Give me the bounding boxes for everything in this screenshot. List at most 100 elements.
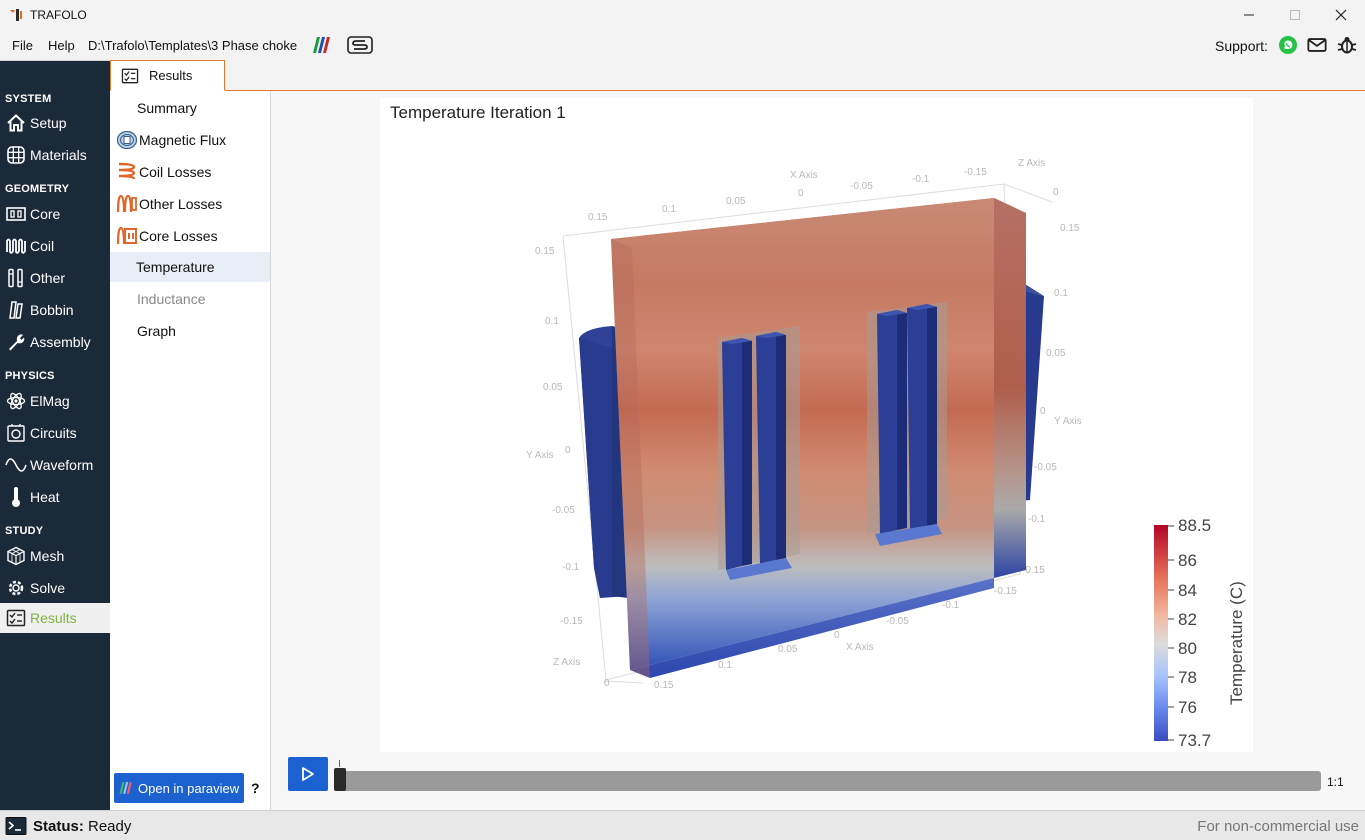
y-tick-right-5: -0.1 [1028,514,1046,525]
tab-results-label: Results [149,68,193,83]
tab-results[interactable]: Results [110,60,225,91]
nav-item-solve[interactable]: Solve [0,573,110,603]
subnav-graph-label: Graph [137,323,176,339]
x-tick-bottom-5: -0.1 [942,600,960,611]
bobbin-icon [9,301,23,319]
nav-item-core[interactable]: Core [0,199,110,229]
y-tick-right-3: 0 [1040,406,1046,417]
play-icon [302,767,314,781]
x-tick-top-6: -0.15 [964,167,987,178]
other-losses-icon [116,194,137,213]
subnav-graph[interactable]: Graph [110,316,270,346]
x-tick-top-4: -0.05 [850,181,873,192]
nav-item-bobbin[interactable]: Bobbin [0,295,110,325]
s-logo-icon[interactable] [347,35,373,55]
nav-label-materials: Materials [30,147,87,163]
solve-gear-icon [8,580,24,596]
core-losses-icon [116,226,137,245]
timeline-slider[interactable] [335,771,1321,791]
subnav-coil-losses[interactable]: Coil Losses [110,157,270,187]
nav-item-waveform[interactable]: Waveform [0,450,110,480]
subnav-temperature[interactable]: Temperature [110,252,270,282]
x-tick-bottom-4: -0.05 [886,616,909,627]
mail-icon[interactable] [1307,35,1327,55]
menu-file[interactable]: File [12,38,33,53]
nav-section-system: SYSTEM [5,93,52,105]
y-tick-left-0: 0.15 [535,246,555,257]
subnav-magnetic-flux-label: Magnetic Flux [139,132,227,148]
nav-item-results[interactable]: Results [0,603,110,633]
open-in-paraview-button[interactable]: Open in paraview [114,773,244,803]
help-question-button[interactable]: ? [251,780,260,796]
paraview-logo-icon [119,782,132,794]
magnetic-flux-icon [116,130,138,150]
temperature-colorbar: 88.5 86 84 82 80 78 76 73.7 Temperature … [1154,516,1246,750]
nav-item-elmag[interactable]: ElMag [0,386,110,416]
results-subnav: Summary Magnetic Flux Coil Losses Other … [110,91,271,810]
colorbar-label-5: 78 [1178,668,1197,687]
nav-label-solve: Solve [30,580,66,596]
sine-wave-icon [5,458,27,472]
colorbar-label-7: 73.7 [1178,731,1211,750]
subnav-inductance-label: Inductance [137,291,206,307]
subnav-other-losses[interactable]: Other Losses [110,189,270,219]
nav-item-heat[interactable]: Heat [0,482,110,512]
colorbar-label-1: 86 [1178,551,1197,570]
window-title: TRAFOLO [30,8,87,22]
nav-item-circuits[interactable]: Circuits [0,418,110,448]
paraview-logo-icon[interactable] [311,36,333,54]
menu-help[interactable]: Help [48,38,75,53]
menu-bar: File Help D:\Trafolo\Templates\3 Phase c… [0,30,1365,60]
z-axis-top-zero: 0 [1053,187,1059,198]
3d-viewport[interactable]: X Axis Z Axis 0 Y Axis Y Axis X Axis Z A… [380,98,1253,752]
colorbar-label-3: 82 [1178,610,1197,629]
nav-label-heat: Heat [30,489,60,505]
coil-icon [6,238,26,254]
close-button[interactable] [1318,0,1364,30]
open-in-paraview-label: Open in paraview [138,780,240,796]
wrench-icon [9,334,25,351]
coil-losses-icon [118,162,136,180]
whatsapp-icon[interactable] [1278,35,1298,55]
maximize-button[interactable] [1272,0,1318,30]
x-tick-top-2: 0.05 [726,196,746,207]
grid-globe-icon [7,146,25,164]
nav-item-mesh[interactable]: Mesh [0,541,110,571]
y-tick-right-0: 0.15 [1060,223,1080,234]
subnav-coil-losses-label: Coil Losses [139,164,212,180]
subnav-core-losses-label: Core Losses [139,228,218,244]
colorbar-label-2: 84 [1178,581,1197,600]
nav-section-geometry: GEOMETRY [5,183,70,195]
play-button[interactable] [288,757,328,791]
nav-label-bobbin: Bobbin [30,302,74,318]
subnav-magnetic-flux[interactable]: Magnetic Flux [110,125,270,155]
nav-item-materials[interactable]: Materials [0,140,110,170]
x-tick-bottom-2: 0.05 [778,644,798,655]
subnav-core-losses[interactable]: Core Losses [110,221,270,251]
circuit-icon [7,424,25,442]
core-icon [6,207,26,221]
title-bar: TRAFOLO [0,0,1365,30]
timeline-tick [339,760,340,767]
timeline-handle[interactable] [334,768,346,791]
colorbar-label-6: 76 [1178,698,1197,717]
support-label: Support: [1215,38,1268,54]
subnav-summary[interactable]: Summary [110,93,270,123]
minimize-button[interactable] [1226,0,1272,30]
maximize-icon [1290,10,1300,20]
x-tick-top-5: -0.1 [912,174,930,185]
x-axis-title-top: X Axis [790,170,818,181]
colorbar-title: Temperature (C) [1227,581,1246,705]
x-axis-title-bottom: X Axis [846,642,874,653]
temperature-3d-scene[interactable]: X Axis Z Axis 0 Y Axis Y Axis X Axis Z A… [380,98,1253,752]
nav-label-waveform: Waveform [30,457,94,473]
nav-item-coil[interactable]: Coil [0,231,110,261]
z-axis-bottom-zero: 0 [604,678,610,689]
nav-item-other[interactable]: Other [0,263,110,293]
y-tick-left-2: 0.05 [543,382,563,393]
nav-item-setup[interactable]: Setup [0,108,110,138]
close-icon [1335,9,1347,21]
nav-item-assembly[interactable]: Assembly [0,327,110,357]
tab-strip: Results [110,60,1365,91]
bug-icon[interactable] [1337,35,1357,55]
